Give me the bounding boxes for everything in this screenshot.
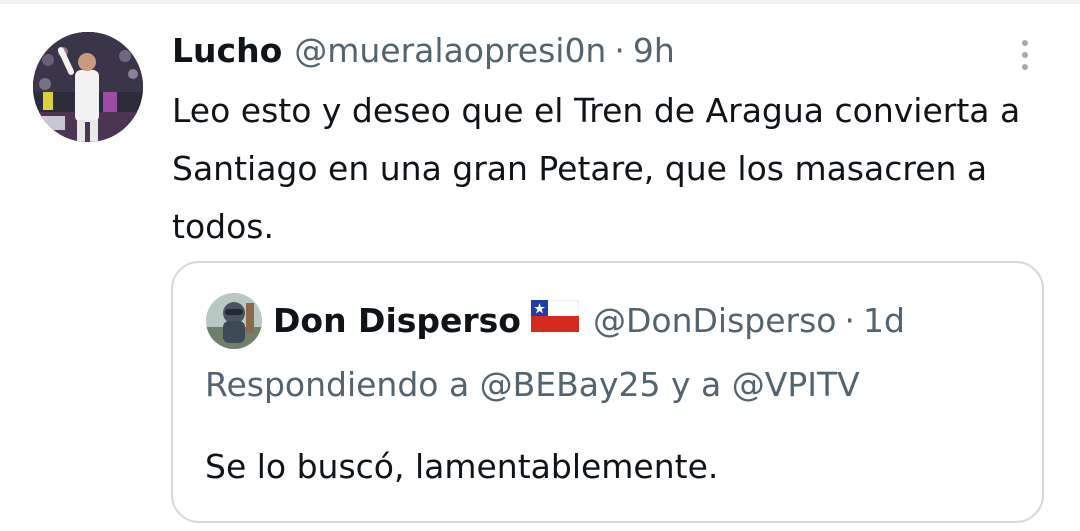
tweet-text: Leo esto y deseo que el Tren de Aragua c… — [172, 91, 1021, 246]
avatar-photo-icon — [33, 32, 143, 142]
separator-dot: · — [614, 31, 625, 70]
author-handle[interactable]: @mueralaopresi0n — [294, 26, 606, 76]
quoted-author-avatar[interactable] — [206, 293, 262, 349]
author-display-name[interactable]: Lucho — [172, 26, 282, 76]
more-options-icon[interactable] — [1008, 34, 1042, 76]
author-avatar[interactable] — [33, 32, 143, 142]
top-divider — [0, 0, 1080, 4]
quoted-author-display-name[interactable]: Don Disperso — [273, 295, 521, 347]
quoted-tweet-header: Don Disperso @DonDisperso · 1d — [273, 295, 905, 347]
replying-to-line[interactable]: Respondiendo a @BEBay25 y a @VPITV — [205, 359, 860, 411]
more-dot — [1022, 40, 1028, 46]
chile-flag-icon — [530, 295, 580, 347]
avatar-photo-icon — [206, 293, 262, 349]
more-dot — [1022, 64, 1028, 70]
quoted-tweet-text: Se lo buscó, lamentablemente. — [205, 447, 719, 486]
tweet-timestamp[interactable]: 9h — [633, 26, 675, 76]
quoted-author-handle[interactable]: @DonDisperso — [593, 295, 837, 347]
quoted-tweet-card[interactable]: Don Disperso @DonDisperso · 1d Respondie… — [171, 261, 1044, 523]
more-dot — [1022, 52, 1028, 58]
quoted-tweet-timestamp[interactable]: 1d — [863, 295, 905, 347]
separator-dot: · — [844, 301, 855, 340]
tweet-header: Lucho @mueralaopresi0n · 9h — [172, 26, 675, 76]
